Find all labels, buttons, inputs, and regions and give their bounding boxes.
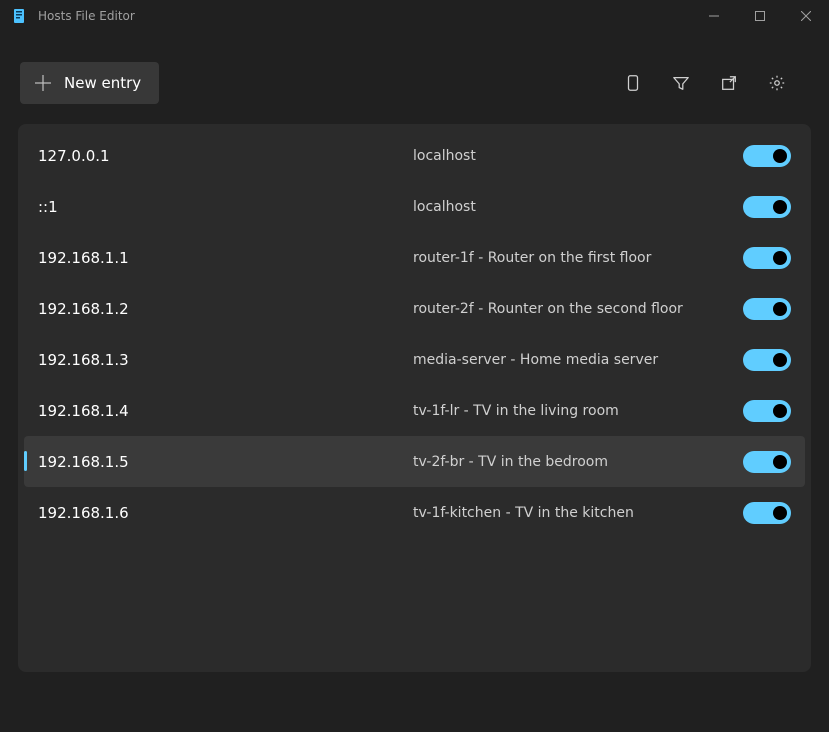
host-name: localhost (413, 148, 743, 164)
host-row[interactable]: 192.168.1.5tv-2f-br - TV in the bedroom (24, 436, 805, 487)
new-entry-label: New entry (64, 74, 141, 92)
new-entry-button[interactable]: New entry (20, 62, 159, 104)
filter-button[interactable] (671, 73, 691, 93)
host-name: localhost (413, 199, 743, 215)
close-button[interactable] (783, 0, 829, 32)
host-ip: 192.168.1.3 (38, 351, 413, 369)
window-title: Hosts File Editor (38, 9, 691, 23)
enable-toggle[interactable] (743, 451, 791, 473)
enable-toggle[interactable] (743, 349, 791, 371)
host-name: tv-1f-lr - TV in the living room (413, 403, 743, 419)
host-row[interactable]: 127.0.0.1localhost (24, 130, 805, 181)
host-name: router-2f - Rounter on the second floor (413, 301, 743, 317)
host-row[interactable]: 192.168.1.4tv-1f-lr - TV in the living r… (24, 385, 805, 436)
toolbar-actions (623, 73, 787, 93)
host-ip: 192.168.1.5 (38, 453, 413, 471)
enable-toggle[interactable] (743, 298, 791, 320)
host-row[interactable]: 192.168.1.1router-1f - Router on the fir… (24, 232, 805, 283)
entries-panel: 127.0.0.1localhost::1localhost192.168.1.… (18, 124, 811, 672)
titlebar: Hosts File Editor (0, 0, 829, 32)
minimize-button[interactable] (691, 0, 737, 32)
host-name: tv-1f-kitchen - TV in the kitchen (413, 505, 743, 521)
window-controls (691, 0, 829, 32)
additional-lines-button[interactable] (623, 73, 643, 93)
enable-toggle[interactable] (743, 502, 791, 524)
app-icon (12, 8, 28, 24)
host-name: media-server - Home media server (413, 352, 743, 368)
enable-toggle[interactable] (743, 196, 791, 218)
plus-icon (32, 72, 54, 94)
settings-button[interactable] (767, 73, 787, 93)
host-ip: 192.168.1.4 (38, 402, 413, 420)
host-name: router-1f - Router on the first floor (413, 250, 743, 266)
host-ip: 192.168.1.1 (38, 249, 413, 267)
host-row[interactable]: ::1localhost (24, 181, 805, 232)
enable-toggle[interactable] (743, 400, 791, 422)
host-ip: 192.168.1.2 (38, 300, 413, 318)
host-ip: 192.168.1.6 (38, 504, 413, 522)
toolbar: New entry (0, 32, 829, 124)
host-row[interactable]: 192.168.1.2router-2f - Rounter on the se… (24, 283, 805, 334)
open-file-button[interactable] (719, 73, 739, 93)
host-ip: ::1 (38, 198, 413, 216)
enable-toggle[interactable] (743, 145, 791, 167)
host-row[interactable]: 192.168.1.3media-server - Home media ser… (24, 334, 805, 385)
host-ip: 127.0.0.1 (38, 147, 413, 165)
host-name: tv-2f-br - TV in the bedroom (413, 454, 743, 470)
host-row[interactable]: 192.168.1.6tv-1f-kitchen - TV in the kit… (24, 487, 805, 538)
maximize-button[interactable] (737, 0, 783, 32)
enable-toggle[interactable] (743, 247, 791, 269)
